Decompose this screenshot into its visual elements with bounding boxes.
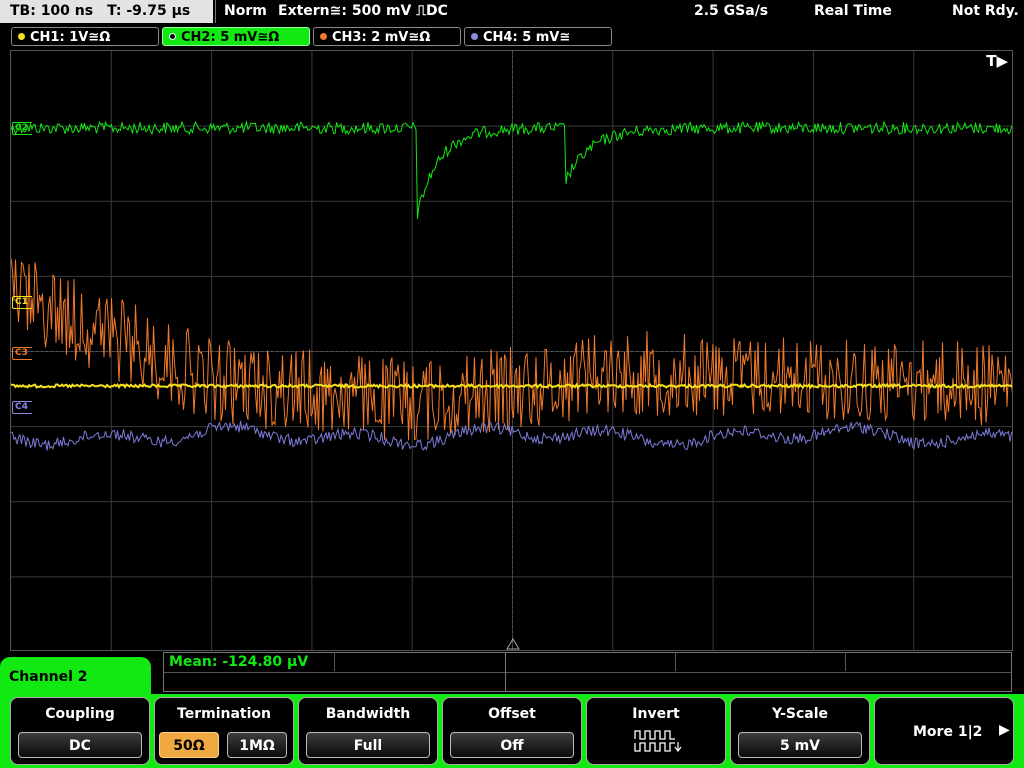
- divider: [505, 652, 506, 692]
- channel-tab-ch1[interactable]: CH1: 1V≅Ω: [11, 27, 159, 46]
- waveform-canvas: [11, 51, 1012, 650]
- ch4-dot-icon: [471, 33, 478, 40]
- more-label: More 1|2: [913, 724, 983, 740]
- trigger-indicator: T▶: [986, 52, 1008, 70]
- invert-icon: [634, 730, 682, 752]
- trigger-status: Not Rdy.: [952, 3, 1019, 19]
- graticule: [11, 51, 1012, 650]
- yscale-value[interactable]: 5 mV: [738, 732, 862, 758]
- timebase-value: TB: 100 ns: [10, 3, 94, 19]
- bandwidth-softkey[interactable]: Bandwidth Full: [298, 697, 438, 765]
- bandwidth-title: Bandwidth: [325, 706, 411, 722]
- divider: [845, 652, 846, 671]
- ch4-label: CH4: 5 mV≅: [483, 30, 571, 45]
- yscale-title: Y-Scale: [771, 706, 828, 722]
- coupling-softkey[interactable]: Coupling DC: [10, 697, 150, 765]
- ch1-marker[interactable]: C1: [12, 296, 32, 309]
- offset-title: Offset: [488, 706, 536, 722]
- coupling-title: Coupling: [45, 706, 115, 722]
- yscale-softkey[interactable]: Y-Scale 5 mV: [730, 697, 870, 765]
- menu-title: Channel 2: [9, 669, 88, 685]
- more-softkey[interactable]: More 1|2 ▶: [874, 697, 1014, 765]
- termination-1mohm[interactable]: 1MΩ: [227, 732, 287, 758]
- waveform-display[interactable]: [10, 50, 1013, 651]
- divider: [334, 652, 335, 671]
- next-arrow-icon: ▶: [999, 722, 1010, 738]
- ch3-marker[interactable]: C3: [12, 347, 32, 360]
- channel-tab-ch3[interactable]: CH3: 2 mV≅Ω: [313, 27, 461, 46]
- coupling-value[interactable]: DC: [18, 732, 142, 758]
- offset-value[interactable]: Off: [450, 732, 574, 758]
- trigger-mode[interactable]: Norm: [224, 0, 267, 23]
- measurement-mean: Mean: -124.80 µV: [169, 654, 309, 670]
- ch2-label: CH2: 5 mV≅Ω: [181, 30, 280, 45]
- ch1-label: CH1: 1V≅Ω: [30, 30, 111, 45]
- timebase-box[interactable]: TB: 100 ns T: -9.75 µs: [0, 0, 213, 23]
- trigger-time-value: T: -9.75 µs: [107, 3, 191, 19]
- termination-50ohm[interactable]: 50Ω: [159, 732, 219, 758]
- offset-softkey[interactable]: Offset Off: [442, 697, 582, 765]
- bandwidth-value[interactable]: Full: [306, 732, 430, 758]
- termination-title: Termination: [177, 706, 271, 722]
- acquisition-mode: Real Time: [814, 3, 892, 19]
- ch1-dot-icon: [18, 33, 25, 40]
- ch2-marker[interactable]: C2: [12, 122, 32, 135]
- divider: [215, 0, 216, 23]
- channel-tab-ch2[interactable]: CH2: 5 mV≅Ω: [162, 27, 310, 46]
- ch3-dot-icon: [320, 33, 327, 40]
- ch2-dot-icon: [169, 33, 176, 40]
- channel-tab-ch4[interactable]: CH4: 5 mV≅: [464, 27, 612, 46]
- ch3-label: CH3: 2 mV≅Ω: [332, 30, 431, 45]
- trigger-setting[interactable]: Extern≅: 500 mV ⎍DC: [278, 0, 448, 23]
- divider: [675, 652, 676, 671]
- invert-title: Invert: [632, 706, 680, 722]
- ch4-marker[interactable]: C4: [12, 401, 32, 414]
- termination-softkey[interactable]: Termination 50Ω 1MΩ: [154, 697, 294, 765]
- invert-softkey[interactable]: Invert: [586, 697, 726, 765]
- sample-rate: 2.5 GSa/s: [694, 3, 769, 19]
